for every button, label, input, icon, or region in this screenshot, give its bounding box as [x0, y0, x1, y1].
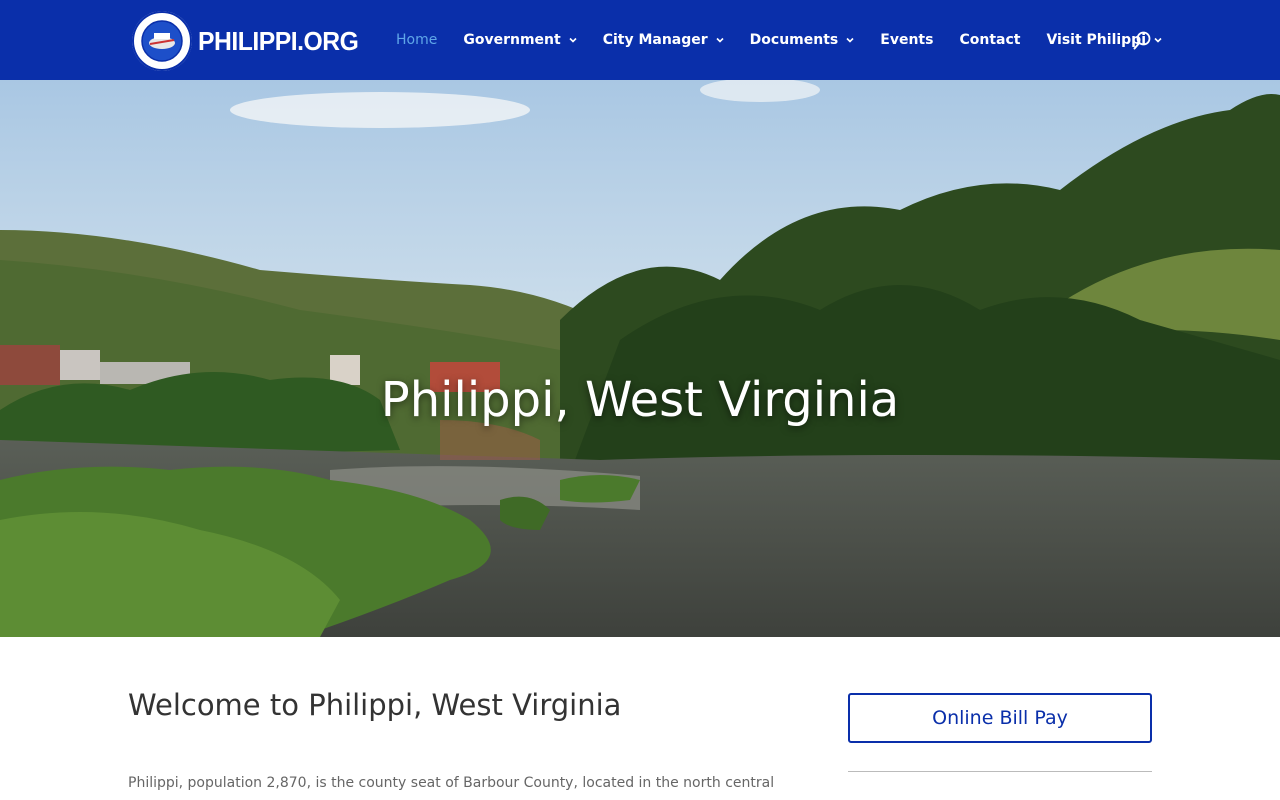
chevron-down-icon	[846, 37, 854, 43]
intro-paragraph: Philippi, population 2,870, is the count…	[128, 775, 775, 791]
nav-item-label: Home	[396, 32, 438, 48]
welcome-heading: Welcome to Philippi, West Virginia	[128, 688, 622, 722]
chevron-down-icon	[716, 37, 724, 43]
nav-item-label: Documents	[749, 32, 839, 48]
site-header: PHILIPPI.ORG Home Government City Manage…	[0, 0, 1280, 80]
nav-item-home[interactable]: Home	[396, 32, 437, 48]
chevron-down-icon	[569, 37, 577, 43]
nav-item-label: City Manager	[602, 32, 708, 48]
chevron-down-icon	[1154, 37, 1162, 43]
nav-item-city-manager[interactable]: City Manager	[603, 32, 724, 48]
nav-item-contact[interactable]: Contact	[959, 32, 1020, 48]
site-logo[interactable]: PHILIPPI.ORG	[132, 11, 367, 71]
search-icon[interactable]	[1133, 31, 1151, 51]
nav-item-label: Visit Philippi	[1046, 32, 1147, 48]
city-seal	[132, 11, 192, 71]
hero-banner: Philippi, West Virginia	[0, 80, 1280, 637]
sidebar-divider	[848, 771, 1152, 772]
hero-landscape-image	[0, 80, 1280, 637]
nav-item-events[interactable]: Events	[880, 32, 933, 48]
nav-item-documents[interactable]: Documents	[750, 32, 855, 48]
main-nav: Home Government City Manager Documents E…	[396, 0, 1188, 80]
online-bill-pay-button[interactable]: Online Bill Pay	[848, 693, 1152, 743]
nav-item-label: Government	[463, 32, 561, 48]
nav-item-government[interactable]: Government	[463, 32, 577, 48]
hero-title: Philippi, West Virginia	[380, 372, 900, 428]
nav-item-label: Contact	[959, 32, 1021, 48]
nav-item-label: Events	[880, 32, 934, 48]
logo-text: PHILIPPI.ORG	[198, 25, 359, 56]
